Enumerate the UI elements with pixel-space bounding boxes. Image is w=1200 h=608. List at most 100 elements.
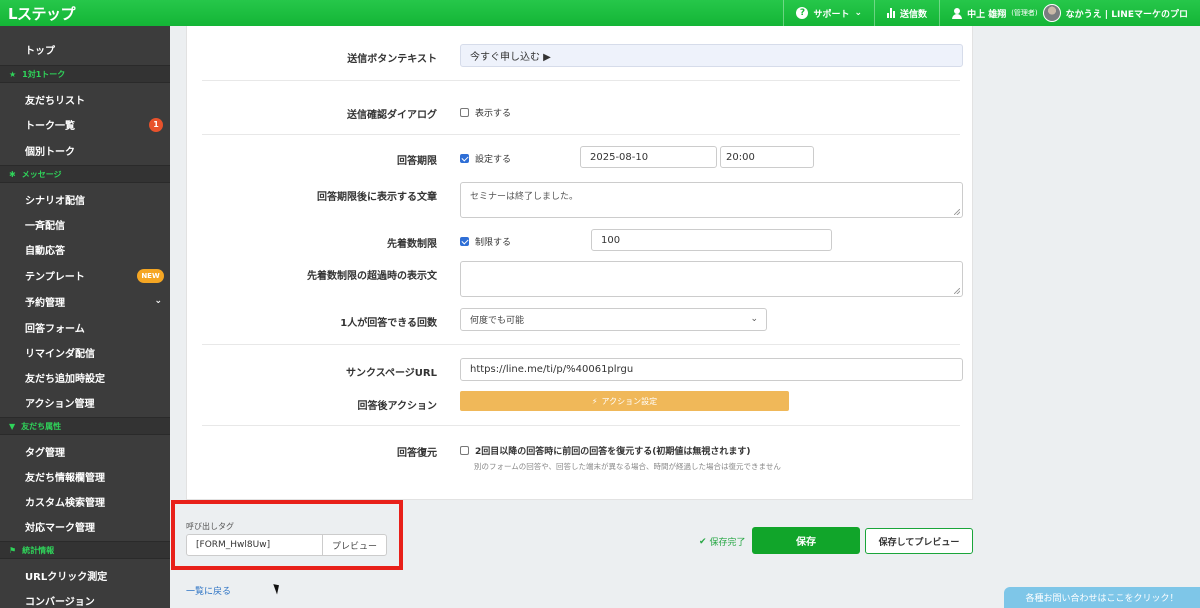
megaphone-icon: ✱	[9, 169, 16, 179]
confirm-dialog-checkbox[interactable]: 表示する	[460, 106, 511, 119]
checkbox-checked[interactable]	[460, 237, 469, 246]
sidebar-item-label: タグ管理	[25, 448, 65, 459]
bolt-icon: ⚡	[591, 396, 598, 406]
sidebar-section-message: ✱ メッセージ	[0, 165, 170, 183]
sidebar-item-url-click[interactable]: URLクリック測定	[0, 563, 170, 588]
deadline-date-input[interactable]: 2025-08-10	[580, 146, 717, 168]
deadline-label: 回答期限	[397, 156, 437, 167]
sidebar-section-label: 統計情報	[22, 545, 55, 555]
user-icon	[952, 7, 963, 19]
unread-badge: 1	[149, 118, 163, 132]
checkbox-label: 2回目以降の回答時に前回の回答を復元する(初期値は無視されます)	[475, 447, 751, 457]
account-name: なかうえ | LINEマーケのプロ	[1065, 9, 1188, 20]
mouse-cursor-icon	[273, 582, 282, 595]
logo-text: Lステップ	[8, 4, 76, 23]
top-nav: ? サポート ⌄ 送信数 中上 雄翔 (管理者) なかうえ | LINEマーケの…	[783, 0, 1200, 26]
limit-checkbox[interactable]: 制限する	[460, 235, 511, 248]
sidebar-item-auto-reply[interactable]: 自動応答	[0, 237, 170, 262]
sidebar-item-conversion[interactable]: コンバージョン	[0, 588, 170, 608]
sidebar-item-label: 自動応答	[25, 246, 65, 257]
sidebar-item-broadcast[interactable]: 一斉配信	[0, 212, 170, 237]
restore-label: 回答復元	[397, 448, 437, 459]
contact-button[interactable]: 各種お問い合わせはここをクリック！	[1004, 587, 1200, 608]
after-deadline-textarea[interactable]: セミナーは終了しました。	[460, 182, 963, 218]
restore-note: 別のフォームの回答や、回答した端末が異なる場合、時間が経過した場合は復元できませ…	[474, 462, 781, 471]
sidebar-item-talk-list[interactable]: トーク一覧 1	[0, 112, 170, 137]
divider	[202, 344, 960, 345]
select-value: 何度でも可能	[470, 316, 525, 326]
over-limit-label: 先着数制限の超過時の表示文	[307, 271, 437, 282]
after-action-label: 回答後アクション	[357, 401, 438, 412]
sidebar-item-friends[interactable]: 友だちリスト	[0, 87, 170, 112]
sidebar-item-label: 友だち追加時設定	[25, 374, 105, 385]
send-count-link[interactable]: 送信数	[874, 0, 939, 26]
check-icon: ✔	[699, 536, 707, 547]
form-settings-panel: 送信ボタンテキスト 今すぐ申し込む ▶ 送信確認ダイアログ 表示する 回答期限 …	[186, 26, 973, 500]
logo[interactable]: Lステップ	[0, 0, 170, 26]
sidebar-item-template[interactable]: テンプレート NEW	[0, 263, 170, 288]
sidebar-section-label: 1対1トーク	[22, 69, 66, 79]
new-badge: NEW	[137, 269, 164, 283]
sidebar-section-talk: ★ 1対1トーク	[0, 65, 170, 83]
sidebar-item-label: 予約管理	[25, 298, 65, 309]
over-limit-textarea[interactable]	[460, 261, 963, 297]
sidebar-item-scenario[interactable]: シナリオ配信	[0, 187, 170, 212]
thanks-url-input[interactable]: https://line.me/ti/p/%40061plrgu	[460, 358, 963, 381]
sidebar-item-individual-talk[interactable]: 個別トーク	[0, 138, 170, 163]
sidebar-item-label: 個別トーク	[25, 147, 75, 158]
limit-count-input[interactable]: 100	[591, 229, 832, 251]
chevron-down-icon: ⌄	[750, 314, 758, 324]
limit-label: 先着数制限	[387, 239, 437, 250]
sidebar-item-friend-info[interactable]: 友だち情報欄管理	[0, 464, 170, 489]
send-count-label: 送信数	[900, 9, 928, 20]
checkbox[interactable]	[460, 108, 469, 117]
chevron-down-icon: ⌄	[154, 296, 162, 306]
save-button[interactable]: 保存	[752, 527, 860, 554]
sidebar-item-label: 友だち情報欄管理	[25, 473, 105, 484]
sidebar-item-label: URLクリック測定	[25, 572, 108, 583]
sidebar-item-label: 一斉配信	[25, 221, 65, 232]
sidebar-item-friend-add[interactable]: 友だち追加時設定	[0, 365, 170, 390]
user-name: 中上 雄翔	[967, 9, 1007, 20]
after-deadline-label: 回答期限後に表示する文章	[317, 192, 437, 203]
per-person-select[interactable]: 何度でも可能 ⌄	[460, 308, 767, 331]
sidebar-item-label: トーク一覧	[25, 121, 75, 132]
action-setting-label: アクション設定	[601, 396, 658, 406]
action-setting-button[interactable]: ⚡ アクション設定	[460, 391, 789, 411]
support-menu[interactable]: ? サポート ⌄	[783, 0, 874, 26]
save-and-preview-button[interactable]: 保存してプレビュー	[865, 528, 973, 554]
checkbox[interactable]	[460, 446, 469, 455]
restore-checkbox[interactable]: 2回目以降の回答時に前回の回答を復元する(初期値は無視されます)	[460, 444, 751, 457]
top-bar: Lステップ ? サポート ⌄ 送信数 中上 雄翔 (管理者) なかうえ | LI…	[0, 0, 1200, 26]
flag-icon: ⚑	[9, 545, 17, 555]
user-menu[interactable]: 中上 雄翔 (管理者) なかうえ | LINEマーケのプロ	[939, 0, 1200, 26]
back-to-list-link[interactable]: 一覧に戻る	[186, 584, 231, 597]
checkbox-checked[interactable]	[460, 154, 469, 163]
submit-text-input[interactable]: 今すぐ申し込む ▶	[460, 44, 963, 67]
per-person-label: 1人が回答できる回数	[340, 318, 437, 329]
sidebar: トップ ★ 1対1トーク 友だちリスト トーク一覧 1 個別トーク ✱ メッセージ シ…	[0, 26, 170, 608]
help-icon: ?	[796, 7, 809, 19]
sidebar-item-label: トップ	[25, 46, 55, 57]
highlight-box	[171, 500, 403, 570]
deadline-time-input[interactable]: 20:00	[720, 146, 814, 168]
sidebar-item-tags[interactable]: タグ管理	[0, 439, 170, 464]
sidebar-item-custom-search[interactable]: カスタム検索管理	[0, 489, 170, 514]
sidebar-item-marks[interactable]: 対応マーク管理	[0, 514, 170, 539]
save-status-text: 保存完了	[709, 538, 746, 548]
bar-chart-icon	[887, 8, 896, 18]
sidebar-item-reminder[interactable]: リマインダ配信	[0, 340, 170, 365]
sidebar-item-reservation[interactable]: 予約管理 ⌄	[0, 289, 170, 314]
user-role: (管理者)	[1011, 9, 1038, 17]
divider	[202, 80, 960, 81]
sidebar-section-stats: ⚑ 統計情報	[0, 541, 170, 559]
support-label: サポート	[813, 9, 850, 20]
sidebar-item-answer-form[interactable]: 回答フォーム	[0, 315, 170, 340]
deadline-checkbox[interactable]: 設定する	[460, 152, 511, 165]
submit-text-label: 送信ボタンテキスト	[347, 54, 437, 65]
checkbox-label: 設定する	[475, 155, 512, 165]
sidebar-item-top[interactable]: トップ	[0, 37, 170, 62]
sidebar-section-label: 友だち属性	[21, 421, 62, 431]
sidebar-item-label: 対応マーク管理	[25, 523, 95, 534]
sidebar-item-action[interactable]: アクション管理	[0, 390, 170, 415]
